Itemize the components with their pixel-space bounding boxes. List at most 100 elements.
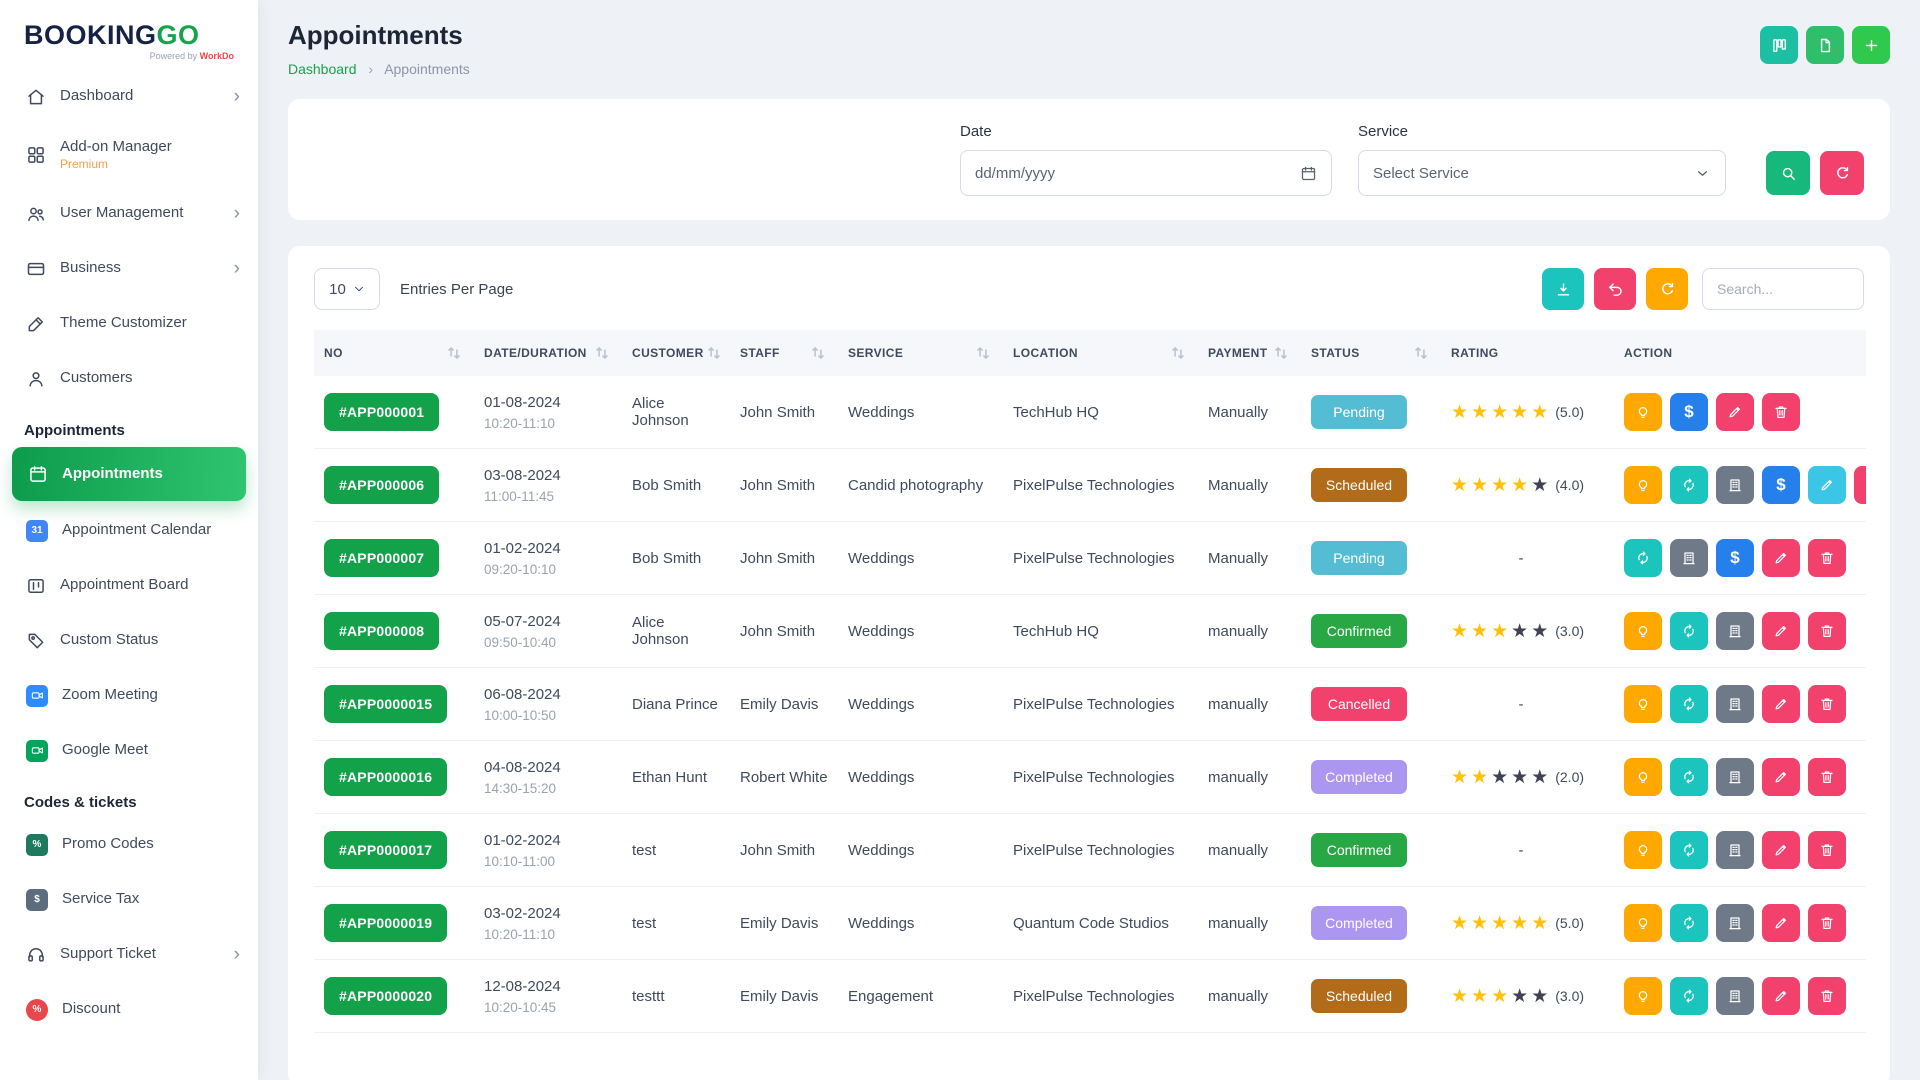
sidebar-item-google-meet[interactable]: Google Meet <box>0 723 258 778</box>
sync-action-button[interactable] <box>1670 685 1708 723</box>
building-action-button[interactable] <box>1716 904 1754 942</box>
sidebar-item-appointment-calendar[interactable]: 31Appointment Calendar <box>0 503 258 558</box>
sidebar-item-service-tax[interactable]: $Service Tax <box>0 872 258 927</box>
trash-icon <box>1819 842 1835 858</box>
appointment-id-badge[interactable]: #APP000007 <box>324 539 439 577</box>
sync-action-button[interactable] <box>1670 612 1708 650</box>
dollar-action-button[interactable]: $ <box>1670 393 1708 431</box>
logo-tagline: Powered by WorkDo <box>24 51 234 61</box>
sync-action-button[interactable] <box>1624 539 1662 577</box>
delete-action-button[interactable] <box>1762 393 1800 431</box>
page-size-select[interactable]: 10 <box>314 268 380 310</box>
delete-action-button[interactable] <box>1808 831 1846 869</box>
edit-action-button[interactable] <box>1762 904 1800 942</box>
sync-action-button[interactable] <box>1670 831 1708 869</box>
column-header-no[interactable]: NO <box>314 330 474 376</box>
add-appointment-button[interactable] <box>1852 26 1890 64</box>
building-action-button[interactable] <box>1716 758 1754 796</box>
appointment-id-badge[interactable]: #APP000006 <box>324 466 439 504</box>
column-header-customer[interactable]: CUSTOMER <box>622 330 730 376</box>
delete-action-button[interactable] <box>1808 612 1846 650</box>
bulb-action-button[interactable] <box>1624 466 1662 504</box>
building-action-button[interactable] <box>1716 977 1754 1015</box>
appointment-id-badge[interactable]: #APP0000017 <box>324 831 447 869</box>
building-action-button[interactable] <box>1716 612 1754 650</box>
delete-action-button[interactable] <box>1808 539 1846 577</box>
service-select[interactable]: Select Service <box>1358 150 1726 196</box>
delete-action-button[interactable] <box>1808 904 1846 942</box>
dollar-action-button[interactable]: $ <box>1716 539 1754 577</box>
report-button[interactable] <box>1806 26 1844 64</box>
building-action-button[interactable] <box>1716 831 1754 869</box>
sidebar-label: Promo Codes <box>62 836 154 853</box>
edit-action-button[interactable] <box>1762 831 1800 869</box>
bulb-action-button[interactable] <box>1624 904 1662 942</box>
bulb-action-button[interactable] <box>1624 612 1662 650</box>
delete-action-button[interactable] <box>1808 977 1846 1015</box>
edit-action-button[interactable] <box>1762 539 1800 577</box>
appointment-id-badge[interactable]: #APP000001 <box>324 393 439 431</box>
column-header-status[interactable]: STATUS <box>1301 330 1441 376</box>
edit-action-button[interactable] <box>1716 393 1754 431</box>
appointment-id-badge[interactable]: #APP0000020 <box>324 977 447 1015</box>
edit-action-button[interactable] <box>1808 466 1846 504</box>
sidebar-item-appointments[interactable]: Appointments <box>12 447 246 501</box>
appointment-id-badge[interactable]: #APP0000016 <box>324 758 447 796</box>
column-header-date[interactable]: DATE/DURATION <box>474 330 622 376</box>
edit-action-button[interactable] <box>1762 758 1800 796</box>
sidebar-item-dashboard[interactable]: Dashboard› <box>0 69 258 124</box>
undo-button[interactable] <box>1594 268 1636 310</box>
reload-button[interactable] <box>1646 268 1688 310</box>
column-header-service[interactable]: SERVICE <box>838 330 1003 376</box>
date-input[interactable]: dd/mm/yyyy <box>960 150 1332 196</box>
bulb-action-button[interactable] <box>1624 977 1662 1015</box>
building-action-button[interactable] <box>1716 466 1754 504</box>
building-action-button[interactable] <box>1716 685 1754 723</box>
column-label: NO <box>324 346 343 360</box>
appointment-id-badge[interactable]: #APP0000019 <box>324 904 447 942</box>
bulb-action-button[interactable] <box>1624 685 1662 723</box>
sidebar-item-customers[interactable]: Customers <box>0 351 258 406</box>
bulb-action-button[interactable] <box>1624 758 1662 796</box>
table-search-input[interactable] <box>1702 268 1864 310</box>
bulb-icon <box>1635 477 1651 493</box>
appointment-board-button[interactable] <box>1760 26 1798 64</box>
appointment-id-badge[interactable]: #APP0000015 <box>324 685 447 723</box>
filter-search-button[interactable] <box>1766 151 1810 195</box>
delete-action-button[interactable] <box>1854 466 1866 504</box>
filter-reset-button[interactable] <box>1820 151 1864 195</box>
appointment-id-badge[interactable]: #APP000008 <box>324 612 439 650</box>
sync-action-button[interactable] <box>1670 758 1708 796</box>
edit-action-button[interactable] <box>1762 612 1800 650</box>
building-action-button[interactable] <box>1670 539 1708 577</box>
column-header-payment[interactable]: PAYMENT <box>1198 330 1301 376</box>
sidebar-item-add-on-manager[interactable]: Add-on ManagerPremium <box>0 124 258 186</box>
sidebar-item-support-ticket[interactable]: Support Ticket› <box>0 927 258 982</box>
location-cell: PixelPulse Technologies <box>1003 449 1198 522</box>
sync-action-button[interactable] <box>1670 466 1708 504</box>
star-icon: ★ <box>1491 403 1508 422</box>
dollar-action-button[interactable]: $ <box>1762 466 1800 504</box>
sidebar-item-discount[interactable]: %Discount <box>0 982 258 1037</box>
bulb-action-button[interactable] <box>1624 393 1662 431</box>
sync-action-button[interactable] <box>1670 977 1708 1015</box>
rating: ★★★★★(3.0) <box>1451 622 1604 641</box>
sidebar-item-user-management[interactable]: User Management› <box>0 186 258 241</box>
sidebar-item-custom-status[interactable]: Custom Status <box>0 613 258 668</box>
sidebar-item-business[interactable]: Business› <box>0 241 258 296</box>
sidebar-item-theme-customizer[interactable]: Theme Customizer <box>0 296 258 351</box>
column-header-staff[interactable]: STAFF <box>730 330 838 376</box>
bulb-action-button[interactable] <box>1624 831 1662 869</box>
export-button[interactable] <box>1542 268 1584 310</box>
sidebar-item-appointment-board[interactable]: Appointment Board <box>0 558 258 613</box>
delete-action-button[interactable] <box>1808 758 1846 796</box>
edit-action-button[interactable] <box>1762 977 1800 1015</box>
column-header-location[interactable]: LOCATION <box>1003 330 1198 376</box>
edit-action-button[interactable] <box>1762 685 1800 723</box>
sync-action-button[interactable] <box>1670 904 1708 942</box>
delete-action-button[interactable] <box>1808 685 1846 723</box>
rating-value: (2.0) <box>1555 769 1584 785</box>
sidebar-item-zoom-meeting[interactable]: Zoom Meeting <box>0 668 258 723</box>
breadcrumb-dashboard[interactable]: Dashboard <box>288 61 357 77</box>
sidebar-item-promo-codes[interactable]: %Promo Codes <box>0 817 258 872</box>
